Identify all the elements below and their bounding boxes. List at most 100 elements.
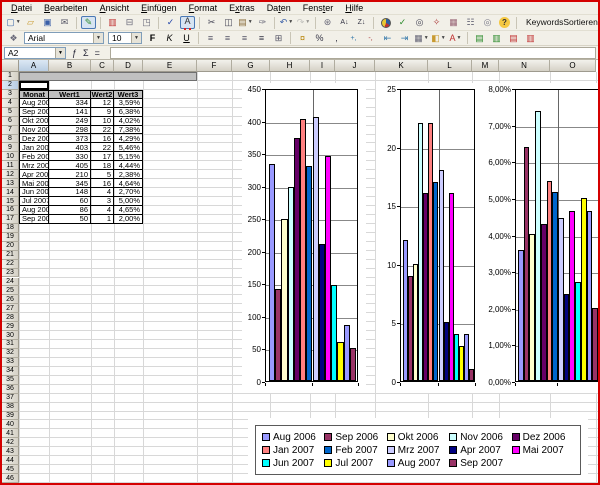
column-header-h[interactable]: H: [270, 60, 310, 72]
row-header-26[interactable]: 26: [2, 295, 19, 304]
currency-format-icon[interactable]: ¤: [295, 32, 310, 45]
table-cell[interactable]: Jun 2007: [19, 188, 49, 197]
table-cell[interactable]: 345: [49, 179, 91, 188]
italic-icon[interactable]: K: [162, 32, 177, 45]
row-header-10[interactable]: 10: [2, 152, 19, 161]
menu-bearbeiten[interactable]: Bearbeiten: [38, 2, 94, 14]
underline-icon[interactable]: U: [179, 32, 194, 45]
menu-datei[interactable]: Datei: [5, 2, 38, 14]
cut-icon[interactable]: ✂: [204, 16, 219, 29]
table-header-cell[interactable]: Wert1: [49, 90, 91, 99]
row-header-28[interactable]: 28: [2, 313, 19, 322]
table-cell[interactable]: 4,65%: [114, 206, 143, 215]
font-name-combo-dropdown-icon[interactable]: ▼: [93, 33, 103, 43]
paste-icon[interactable]: ▤▼: [238, 16, 253, 29]
column-header-c[interactable]: C: [91, 60, 114, 72]
column-header-m[interactable]: M: [472, 60, 499, 72]
table-cell[interactable]: 298: [49, 126, 91, 135]
name-box[interactable]: A2 ▼: [4, 47, 66, 59]
row-header-43[interactable]: 43: [2, 447, 19, 456]
row-header-30[interactable]: 30: [2, 331, 19, 340]
name-box-dropdown-icon[interactable]: ▼: [55, 48, 65, 58]
row-header-18[interactable]: 18: [2, 224, 19, 233]
table-cell[interactable]: 4,44%: [114, 161, 143, 170]
column-header-d[interactable]: D: [114, 60, 143, 72]
table-cell[interactable]: 210: [49, 170, 91, 179]
row-header-11[interactable]: 11: [2, 161, 19, 170]
row-header-4[interactable]: 4: [2, 99, 19, 108]
align-left-icon[interactable]: ≡: [203, 32, 218, 45]
table-cell[interactable]: 4: [91, 206, 114, 215]
row-header-21[interactable]: 21: [2, 251, 19, 260]
column-header-b[interactable]: B: [49, 60, 91, 72]
row-header-25[interactable]: 25: [2, 286, 19, 295]
table-cell[interactable]: 373: [49, 134, 91, 143]
row-header-20[interactable]: 20: [2, 242, 19, 251]
delete-column-icon[interactable]: ▥: [523, 32, 538, 45]
table-cell[interactable]: 330: [49, 152, 91, 161]
table-header-cell[interactable]: Monat: [19, 90, 49, 99]
row-header-46[interactable]: 46: [2, 474, 19, 483]
sort-ascending-icon[interactable]: A↓: [337, 16, 352, 29]
redo-icon[interactable]: ↷▼: [296, 16, 311, 29]
row-header-22[interactable]: 22: [2, 260, 19, 269]
row-header-8[interactable]: 8: [2, 135, 19, 144]
insert-row-icon[interactable]: ▤: [472, 32, 487, 45]
row-header-32[interactable]: 32: [2, 349, 19, 358]
table-cell[interactable]: Mai 2007: [19, 179, 49, 188]
row-header-17[interactable]: 17: [2, 215, 19, 224]
table-cell[interactable]: 6,38%: [114, 108, 143, 117]
table-cell[interactable]: 5,15%: [114, 152, 143, 161]
table-cell[interactable]: 22: [91, 143, 114, 152]
table-cell[interactable]: 141: [49, 108, 91, 117]
row-header-35[interactable]: 35: [2, 376, 19, 385]
open-folder-icon[interactable]: ▱: [23, 16, 38, 29]
table-cell[interactable]: 16: [91, 179, 114, 188]
table-cell[interactable]: 7,38%: [114, 126, 143, 135]
delete-decimal-icon[interactable]: -,: [363, 32, 378, 45]
row-header-5[interactable]: 5: [2, 108, 19, 117]
font-size-combo-dropdown-icon[interactable]: ▼: [131, 33, 141, 43]
table-cell[interactable]: 2,00%: [114, 215, 143, 224]
table-cell[interactable]: 18: [91, 161, 114, 170]
formula-input[interactable]: [110, 47, 596, 59]
decrease-indent-icon[interactable]: ⇤: [380, 32, 395, 45]
row-header-44[interactable]: 44: [2, 456, 19, 465]
column-header-k[interactable]: K: [375, 60, 428, 72]
table-cell[interactable]: 2,38%: [114, 170, 143, 179]
add-decimal-icon[interactable]: +,: [346, 32, 361, 45]
new-document-icon[interactable]: ▢▼: [6, 16, 21, 29]
table-cell[interactable]: 4,64%: [114, 179, 143, 188]
edit-mode-icon[interactable]: ✎: [81, 16, 96, 29]
table-cell[interactable]: Okt 2006: [19, 117, 49, 126]
table-cell[interactable]: Mrz 2007: [19, 161, 49, 170]
table-cell[interactable]: Nov 2006: [19, 126, 49, 135]
table-cell[interactable]: 3,59%: [114, 99, 143, 108]
email-icon[interactable]: ✉: [57, 16, 72, 29]
zoom-icon[interactable]: ◎: [480, 16, 495, 29]
menu-einfügen[interactable]: Einfügen: [135, 2, 183, 14]
align-center-icon[interactable]: ≡: [220, 32, 235, 45]
format-paintbrush-icon[interactable]: ✑: [255, 16, 270, 29]
gallery-icon[interactable]: ▦: [446, 16, 461, 29]
custom-button-keywordssortieren[interactable]: KeywordsSortieren: [521, 16, 600, 29]
copy-icon[interactable]: ◫: [221, 16, 236, 29]
column-header-j[interactable]: J: [335, 60, 375, 72]
background-color-icon[interactable]: ◧▼: [431, 32, 446, 45]
table-cell[interactable]: 10: [91, 117, 114, 126]
table-cell[interactable]: 5,00%: [114, 197, 143, 206]
table-cell[interactable]: 2,70%: [114, 188, 143, 197]
table-header-cell[interactable]: Wert2: [91, 90, 114, 99]
table-cell[interactable]: 5,46%: [114, 143, 143, 152]
table-cell[interactable]: Dez 2006: [19, 134, 49, 143]
menu-fenster[interactable]: Fenster: [297, 2, 340, 14]
column-header-n[interactable]: N: [499, 60, 550, 72]
find-replace-icon[interactable]: ◎: [412, 16, 427, 29]
row-header-40[interactable]: 40: [2, 420, 19, 429]
row-header-9[interactable]: 9: [2, 143, 19, 152]
hyperlink-icon[interactable]: ⊛: [320, 16, 335, 29]
equals-icon[interactable]: =: [95, 48, 100, 58]
row-header-24[interactable]: 24: [2, 278, 19, 287]
table-cell[interactable]: 148: [49, 188, 91, 197]
auto-spellcheck-icon[interactable]: A: [180, 16, 195, 29]
